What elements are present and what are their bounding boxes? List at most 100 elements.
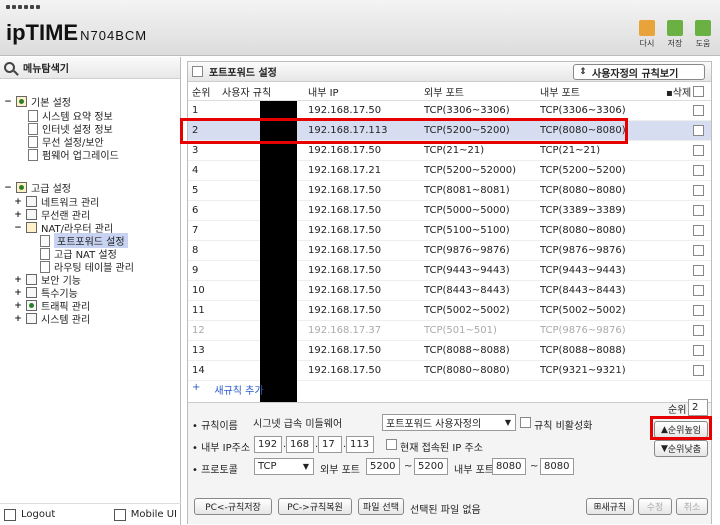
cell-ext: TCP(21~21)	[424, 145, 485, 156]
save-to-pc-button[interactable]: PC<-규칙저장	[194, 498, 272, 515]
cell-int: TCP(8080~8080)	[540, 225, 626, 236]
row-delete-checkbox[interactable]	[693, 265, 704, 276]
int-port-from[interactable]: 8080	[492, 458, 526, 475]
ip-octet-2[interactable]: 168	[286, 436, 314, 453]
row-delete-checkbox[interactable]	[693, 165, 704, 176]
logout-icon	[4, 508, 16, 521]
sort-select-label: 사용자정의 규칙보기	[592, 68, 679, 80]
mobile-icon	[113, 508, 126, 521]
sidebar-title: 메뉴탐색기	[0, 57, 180, 79]
protocol-label: • 프로토콜	[192, 465, 238, 476]
logout-link[interactable]: Logout	[4, 508, 55, 521]
row-delete-checkbox[interactable]	[693, 285, 704, 296]
refresh-label: 다시	[639, 39, 655, 48]
cell-int: TCP(5200~5200)	[540, 165, 626, 176]
panel-title-text: 포트포워드 설정	[209, 68, 277, 79]
help-button[interactable]: 도움	[692, 20, 714, 49]
delete-all-checkbox[interactable]	[693, 86, 704, 97]
rule-type-value: 포트포워드 사용자정의	[386, 419, 482, 430]
ext-port-from[interactable]: 5200	[366, 458, 400, 475]
protocol-value: TCP	[258, 461, 277, 472]
col-internal-port: 내부 포트	[540, 88, 580, 99]
row-delete-checkbox[interactable]	[693, 245, 704, 256]
refresh-icon	[639, 20, 655, 36]
row-delete-checkbox[interactable]	[693, 325, 704, 336]
col-user-rule: 사용자 규칙	[222, 88, 272, 99]
ip-octet-1[interactable]: 192	[254, 436, 282, 453]
cell-int: TCP(8080~8080)	[540, 125, 626, 136]
cell-ip: 192.168.17.50	[308, 345, 382, 356]
ip-octet-4[interactable]: 113	[346, 436, 374, 453]
cell-ip: 192.168.17.50	[308, 365, 382, 376]
ip-octet-3[interactable]: 17	[318, 436, 342, 453]
row-delete-checkbox[interactable]	[693, 185, 704, 196]
tree-advanced-label: 고급 설정	[31, 184, 71, 195]
rule-type-select[interactable]: 포트포워드 사용자정의 ▼	[382, 414, 516, 431]
int-port-to-value: 8080	[544, 461, 570, 472]
rank-up-button[interactable]: ▲ 순위높임	[654, 421, 708, 438]
folder-icon	[26, 196, 37, 207]
ext-port-tilde: ~	[404, 461, 413, 472]
sort-select[interactable]: ⇕ 사용자정의 규칙보기	[573, 64, 705, 80]
ext-port-to[interactable]: 5200	[414, 458, 448, 475]
cell-rank: 2	[192, 125, 199, 136]
cell-ip: 192.168.17.50	[308, 225, 382, 236]
file-choose-button[interactable]: 파일 선택	[358, 498, 404, 515]
portforward-panel: 포트포워드 설정 ⇕ 사용자정의 규칙보기 순위 사용자 규칙 내부 IP 외부 …	[180, 61, 712, 524]
modify-label: 수정	[646, 503, 664, 513]
add-icon: +	[192, 382, 201, 393]
row-delete-checkbox[interactable]	[693, 365, 704, 376]
tree-advanced[interactable]: − 고급 설정	[4, 180, 71, 195]
add-rule-link[interactable]: 새규칙 추가	[214, 382, 263, 397]
protocol-select[interactable]: TCP ▼	[254, 458, 314, 475]
tree-item-system[interactable]: + 시스템 관리	[14, 311, 90, 326]
rank-down-button[interactable]: ▼ 순위낮춤	[654, 440, 708, 457]
row-delete-checkbox[interactable]	[693, 145, 704, 156]
tree-item-firmware[interactable]: 펌웨어 업그레이드	[28, 147, 119, 162]
current-ip-label: 현재 접속된 IP 주소	[400, 443, 483, 454]
cell-rank: 1	[192, 105, 199, 116]
cell-rank: 4	[192, 165, 199, 176]
page-icon	[28, 148, 38, 161]
rule-name-label: • 규칙이름	[192, 421, 238, 432]
restore-from-pc-button[interactable]: PC->규칙복원	[278, 498, 352, 515]
chevron-down-icon: ▼	[504, 418, 511, 427]
rule-name-label-text: 규칙이름	[201, 421, 238, 432]
rule-name-input[interactable]: 시그넷 급속 미들웨어	[250, 414, 372, 431]
row-delete-checkbox[interactable]	[693, 205, 704, 216]
cell-ip: 192.168.17.50	[308, 205, 382, 216]
ip-label: • 내부 IP주소	[192, 443, 251, 454]
tree-basic-label: 기본 설정	[31, 98, 71, 109]
cell-ext: TCP(8443~8443)	[424, 285, 510, 296]
rule-name-value: 시그넷 급속 미들웨어	[253, 419, 343, 430]
refresh-button[interactable]: 다시	[636, 20, 658, 49]
row-delete-checkbox[interactable]	[693, 225, 704, 236]
mobile-ui-link[interactable]: Mobile UI	[113, 508, 177, 521]
row-delete-checkbox[interactable]	[693, 105, 704, 116]
new-rule-button[interactable]: ⊞ 새규칙	[586, 498, 634, 515]
folder-icon	[16, 182, 27, 193]
add-rule-row[interactable]: + 새규칙 추가	[192, 382, 264, 397]
save-icon	[667, 20, 683, 36]
logo-text: ipTIME	[6, 20, 79, 45]
top-buttons: 다시 저장 도움	[636, 20, 714, 49]
sidebar: 메뉴탐색기 − 기본 설정 시스템 요약 정보 인터넷 설정 정보 무선 설정/보…	[0, 57, 181, 525]
row-delete-checkbox[interactable]	[693, 305, 704, 316]
save-button[interactable]: 저장	[664, 20, 686, 49]
file-none-text: 선택된 파일 없음	[410, 505, 481, 516]
int-port-to[interactable]: 8080	[540, 458, 574, 475]
col-rank: 순위	[192, 88, 211, 99]
disable-rule-checkbox[interactable]	[520, 417, 531, 428]
cancel-button[interactable]: 취소	[676, 498, 708, 515]
tree-basic[interactable]: − 기본 설정	[4, 94, 71, 109]
row-delete-checkbox[interactable]	[693, 345, 704, 356]
cell-rank: 11	[192, 305, 205, 316]
current-ip-checkbox[interactable]	[386, 439, 397, 450]
rank-input[interactable]: 2	[688, 399, 708, 416]
search-icon	[4, 62, 15, 73]
page-icon	[28, 135, 38, 148]
row-delete-checkbox[interactable]	[693, 125, 704, 136]
modify-button[interactable]: 수정	[638, 498, 672, 515]
col-delete: ▪삭제	[666, 84, 691, 99]
cell-int: TCP(9876~9876)	[540, 245, 626, 256]
